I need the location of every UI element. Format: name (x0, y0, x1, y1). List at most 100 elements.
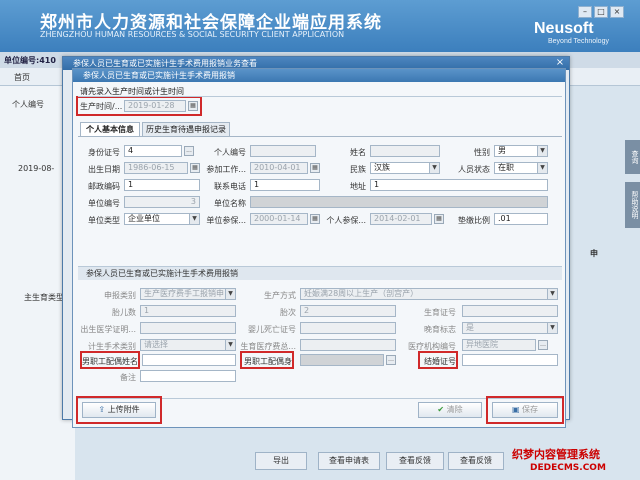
remark-label: 备注 (120, 373, 136, 382)
cert-no-input[interactable] (462, 305, 558, 317)
fetus-input[interactable]: 1 (140, 305, 236, 317)
personal-no-input[interactable] (250, 145, 316, 157)
id-input[interactable]: 4 (124, 145, 182, 157)
unit-insured-label: 单位参保... (206, 216, 246, 225)
org-input[interactable]: 异地医院 (462, 339, 536, 351)
type-select[interactable]: 生产医疗费手工报销申 ▼ (140, 288, 236, 300)
unit-label: 单位编号:410 (4, 56, 56, 65)
phone-input[interactable]: 1 (250, 179, 320, 191)
reimb-section-title: 参保人员已生育或已实施计生手术费用报销 (78, 266, 562, 280)
death-cert-label: 婴儿死亡证号 (248, 325, 296, 334)
status-label: 人员状态 (458, 165, 490, 174)
right-tab-help[interactable]: 帮助说明 (625, 182, 640, 228)
maximize-icon[interactable]: □ (594, 6, 608, 18)
unit-type-select[interactable]: 企业单位 ▼ (124, 213, 200, 225)
address-input[interactable]: 1 (370, 179, 548, 191)
type-value: 生产医疗费手工报销申 (144, 289, 224, 298)
death-cert-input[interactable] (300, 322, 396, 334)
unit-name-input[interactable] (250, 196, 548, 208)
personal-no-label: 个人编号 (214, 148, 246, 157)
surgery-select[interactable]: 请选择 ▼ (140, 339, 236, 351)
chevron-down-icon: ▼ (537, 146, 547, 156)
tab-basic-info[interactable]: 个人基本信息 (80, 122, 140, 136)
check-icon: ✔ (437, 405, 447, 414)
lookup-icon[interactable]: … (386, 355, 396, 365)
watermark: 织梦内容管理系统 (512, 448, 600, 461)
birth-time-label: 生产时间/... (80, 102, 123, 111)
calendar-icon[interactable]: ▦ (310, 163, 320, 173)
zip-label: 邮政编码 (88, 182, 120, 191)
tab-underline (78, 136, 562, 137)
menu-home[interactable]: 首页 (14, 72, 30, 83)
person-insured-label: 个人参保... (326, 216, 366, 225)
id-lookup-icon[interactable]: ... (184, 146, 194, 156)
calendar-icon[interactable]: ▦ (434, 214, 444, 224)
ratio-label: 垫缴比例 (458, 216, 490, 225)
chevron-down-icon: ▼ (547, 289, 557, 299)
spouse-name-input[interactable] (142, 354, 236, 366)
zip-input[interactable]: 1 (124, 179, 200, 191)
chevron-down-icon: ▼ (225, 340, 235, 350)
view-feedback-button[interactable]: 查看反馈 (386, 452, 444, 470)
upload-icon: ⇪ (98, 405, 108, 414)
bg-company-label: 申 (590, 249, 598, 258)
status-select[interactable]: 在职 ▼ (494, 162, 548, 174)
birth-input[interactable]: 1986-06-15 (124, 162, 188, 174)
late-label: 晚育标志 (424, 325, 456, 334)
calendar-icon[interactable]: ▦ (310, 214, 320, 224)
close-app-icon[interactable]: × (610, 6, 624, 18)
upload-button[interactable]: ⇪ 上传附件 (82, 402, 156, 418)
save-icon: ▣ (511, 405, 523, 414)
late-value: 是 (466, 323, 474, 332)
calendar-icon[interactable]: ▦ (190, 163, 200, 173)
remark-input[interactable] (140, 370, 236, 382)
watermark-url: DEDECMS.COM (530, 463, 606, 473)
unit-insured-input[interactable]: 2000-01-14 (250, 213, 308, 225)
marriage-label: 结婚证号 (424, 357, 456, 366)
spouse-name-label: 男职工配偶姓名 (82, 357, 138, 366)
upload-label: 上传附件 (107, 405, 140, 414)
ratio-input[interactable]: .01 (494, 213, 548, 225)
address-label: 地址 (350, 182, 366, 191)
surgery-value: 请选择 (144, 340, 168, 349)
phone-label: 联系电话 (214, 182, 246, 191)
late-select[interactable]: 是 ▼ (462, 322, 558, 334)
bg-date: 2019-08- (18, 164, 55, 173)
unit-name-label: 单位名称 (214, 199, 246, 208)
chevron-down-icon: ▼ (189, 214, 199, 224)
birth-time-input[interactable]: 2019-01-28 (124, 100, 186, 112)
name-input[interactable] (370, 145, 440, 157)
mode-select[interactable]: 妊娠满28周以上生产（剖宫产） ▼ (300, 288, 558, 300)
unit-no-label: 单位编号 (88, 199, 120, 208)
right-tab-query[interactable]: 查询 (625, 140, 640, 174)
marriage-input[interactable] (462, 354, 558, 366)
birth-cert-input[interactable] (140, 322, 236, 334)
divider (78, 96, 562, 97)
cert-no-label: 生育证号 (424, 308, 456, 317)
work-start-label: 参加工作... (206, 165, 246, 174)
unit-no-input[interactable]: 3 (124, 196, 200, 208)
person-insured-input[interactable]: 2014-02-01 (370, 213, 432, 225)
tab-history[interactable]: 历史生育待遇申报记录 (142, 122, 230, 136)
ethnic-value: 汉族 (374, 163, 390, 172)
inner-dialog-title: 参保人员已生育或已实施计生手术费用报销 (73, 69, 565, 82)
parity-input[interactable]: 2 (300, 305, 396, 317)
status-value: 在职 (498, 163, 514, 172)
minimize-icon[interactable]: – (578, 6, 592, 18)
chevron-down-icon: ▼ (537, 163, 547, 173)
ethnic-select[interactable]: 汉族 ▼ (370, 162, 440, 174)
gender-select[interactable]: 男 ▼ (494, 145, 548, 157)
clear-button[interactable]: ✔ 清除 (418, 402, 482, 418)
spouse-id-input[interactable] (300, 354, 384, 366)
calendar-icon[interactable]: ▦ (188, 101, 198, 111)
mode-label: 生产方式 (264, 291, 296, 300)
export-button[interactable]: 导出 (255, 452, 307, 470)
hospital-total-input[interactable] (300, 339, 396, 351)
spouse-id-label: 男职工配偶身 (244, 357, 292, 366)
view-application-button[interactable]: 查看申请表 (318, 452, 380, 470)
work-start-input[interactable]: 2010-04-01 (250, 162, 308, 174)
view-feedback-button-2[interactable]: 查看反馈 (448, 452, 504, 470)
lookup-icon[interactable]: … (538, 340, 548, 350)
save-button[interactable]: ▣ 保存 (492, 402, 558, 418)
fetus-label: 胎儿数 (112, 308, 136, 317)
